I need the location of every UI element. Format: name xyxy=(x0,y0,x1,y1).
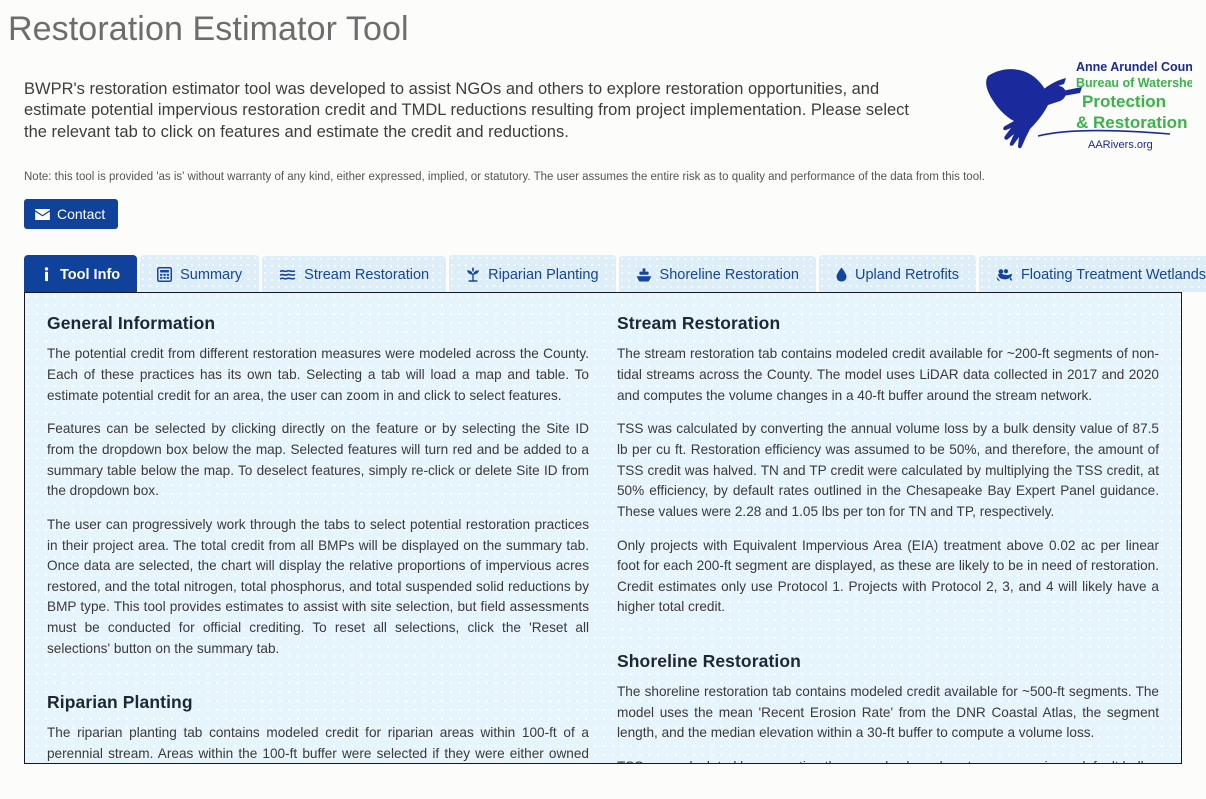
page-title: Restoration Estimator Tool xyxy=(8,10,409,48)
logo-line-1: Anne Arundel County xyxy=(1076,60,1192,74)
logo-line-4: & Restoration xyxy=(1076,113,1187,132)
stream-paragraph-1: The stream restoration tab contains mode… xyxy=(617,346,1159,403)
intro-text: BWPR's restoration estimator tool was de… xyxy=(24,79,909,142)
tab-upland-retrofits[interactable]: Upland Retrofits xyxy=(818,255,976,293)
calculator-icon xyxy=(157,267,173,283)
frog-icon xyxy=(996,268,1013,282)
ship-icon xyxy=(636,268,652,282)
water-waves-icon xyxy=(279,269,296,282)
contact-row: Contact xyxy=(0,185,1206,230)
shoreline-restoration-heading: Shoreline Restoration xyxy=(617,651,801,672)
shoreline-paragraph-1: The shoreline restoration tab contains m… xyxy=(617,684,1159,741)
logo-line-2: Bureau of Watershed xyxy=(1076,76,1192,90)
seedling-icon xyxy=(466,267,480,282)
tab-label: Stream Restoration xyxy=(304,266,430,283)
tool-info-panel: General Information The potential credit… xyxy=(24,292,1182,765)
tab-riparian-planting[interactable]: Riparian Planting xyxy=(449,255,616,293)
stream-paragraph-3: Only projects with Equivalent Impervious… xyxy=(617,537,1159,615)
info-icon xyxy=(41,267,52,282)
tab-label: Floating Treatment Wetlands xyxy=(1020,266,1206,283)
general-paragraph-3: The user can progressively work through … xyxy=(47,516,589,656)
shoreline-paragraph-2: TSS was calculated by converting the ann… xyxy=(617,757,1159,763)
stream-restoration-heading: Stream Restoration xyxy=(617,313,781,334)
tab-shoreline-restoration[interactable]: Shoreline Restoration xyxy=(618,255,816,293)
general-information-heading: General Information xyxy=(47,313,216,334)
left-column: General Information The potential credit… xyxy=(47,311,589,761)
tab-label: Upland Retrofits xyxy=(854,266,959,283)
riparian-planting-heading: Riparian Planting xyxy=(47,692,193,713)
contact-button[interactable]: Contact xyxy=(24,199,119,230)
logo-line-3: Protection xyxy=(1082,92,1166,111)
contact-button-label: Contact xyxy=(57,206,106,223)
agency-logo: Anne Arundel County Bureau of Watershed … xyxy=(970,51,1192,161)
stream-paragraph-2: TSS was calculated by converting the ann… xyxy=(617,421,1159,519)
tab-floating-treatment-wetlands[interactable]: Floating Treatment Wetlands xyxy=(978,255,1206,293)
water-drop-icon xyxy=(836,267,847,282)
general-paragraph-1: The potential credit from different rest… xyxy=(47,346,589,403)
tab-tool-info[interactable]: Tool Info xyxy=(24,255,138,293)
intro-section: BWPR's restoration estimator tool was de… xyxy=(0,51,1206,151)
tab-stream-restoration[interactable]: Stream Restoration xyxy=(262,255,447,293)
logo-line-5: AARivers.org xyxy=(1088,139,1153,151)
envelope-icon xyxy=(35,208,50,220)
tab-label: Tool Info xyxy=(60,266,121,283)
tab-label: Summary xyxy=(180,266,243,283)
right-column: Stream Restoration The stream restoratio… xyxy=(617,311,1159,763)
general-paragraph-2: Features can be selected by clicking dir… xyxy=(47,421,589,499)
logo-svg: Anne Arundel County Bureau of Watershed … xyxy=(986,60,1192,151)
tab-label: Riparian Planting xyxy=(488,266,599,283)
tab-summary[interactable]: Summary xyxy=(140,255,260,293)
tab-label: Shoreline Restoration xyxy=(659,266,799,283)
tab-bar: Tool Info Summary Stream Restoration Rip… xyxy=(0,229,1206,293)
riparian-paragraph-1: The riparian planting tab contains model… xyxy=(47,725,589,762)
